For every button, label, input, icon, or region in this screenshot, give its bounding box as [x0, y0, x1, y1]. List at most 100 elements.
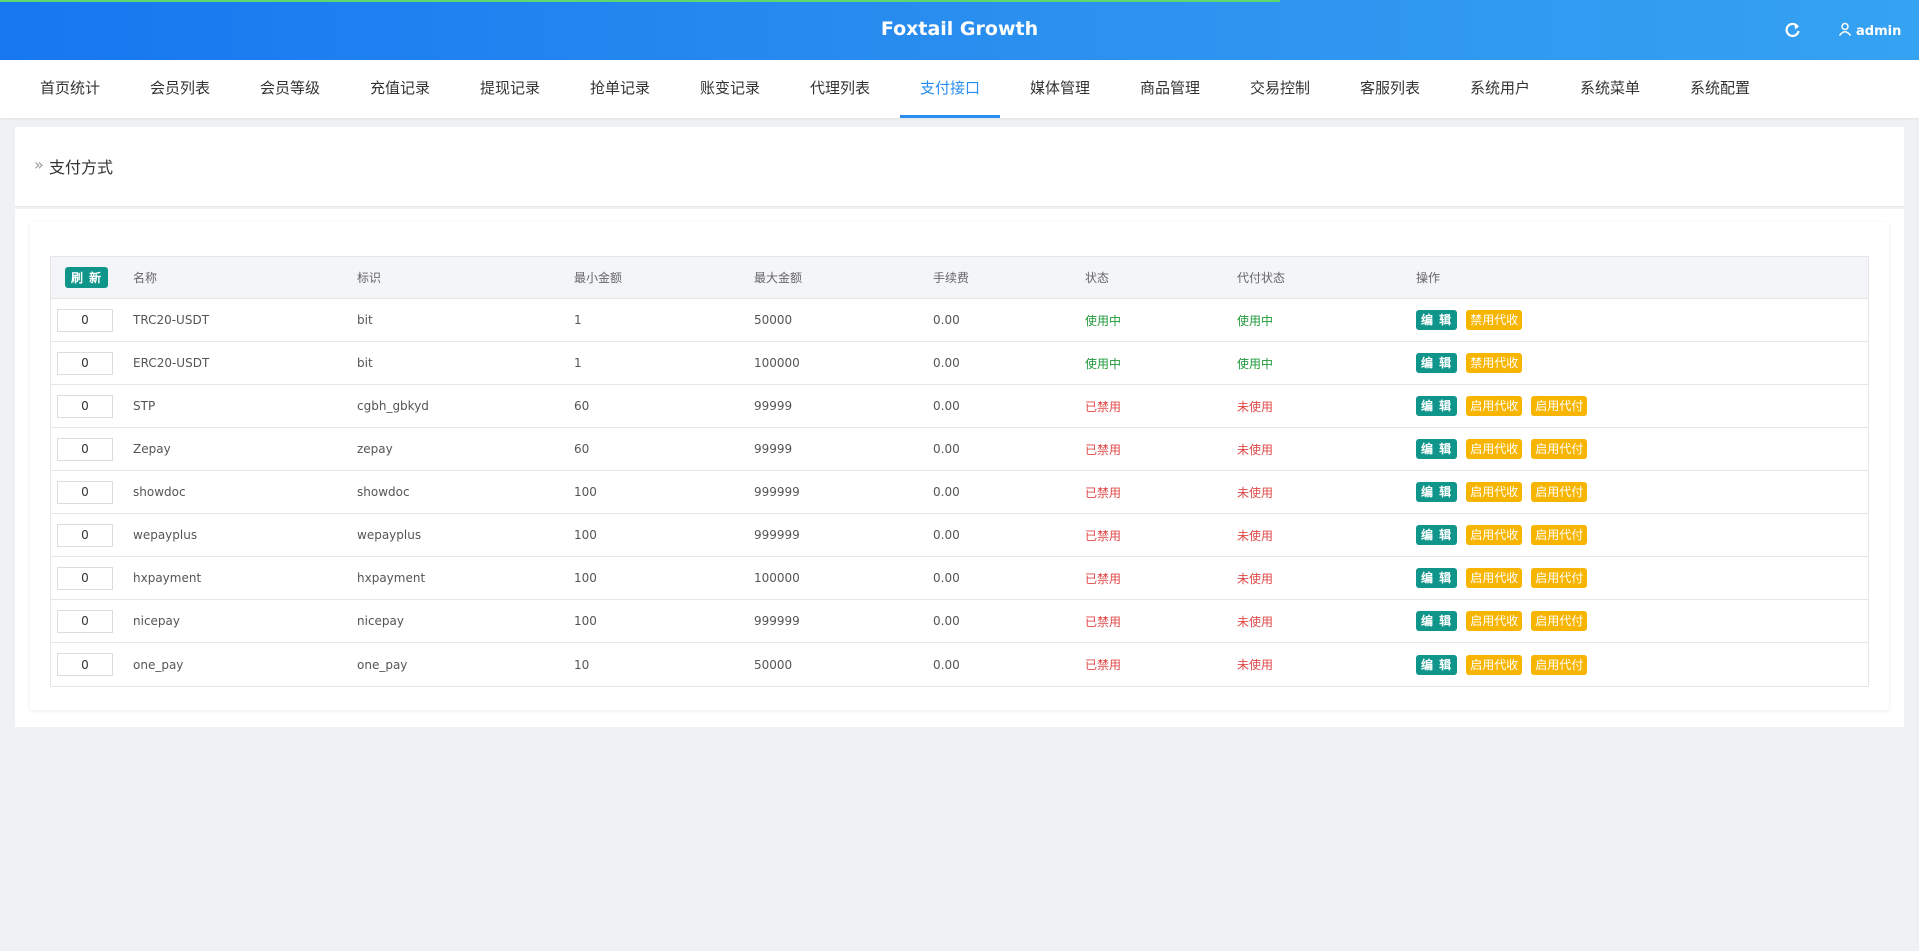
nav-tab[interactable]: 媒体管理 [1010, 60, 1110, 118]
min-amount: 10 [574, 657, 590, 672]
sort-order-input[interactable] [57, 609, 113, 633]
edit-button[interactable]: 编 辑 [1416, 611, 1458, 631]
edit-button[interactable]: 编 辑 [1416, 396, 1458, 416]
payout-status-text: 未使用 [1237, 571, 1274, 586]
sort-order-input[interactable] [57, 653, 113, 676]
min-amount: 100 [574, 528, 597, 542]
sort-order-input[interactable] [57, 437, 113, 461]
toggle-payout-button[interactable]: 启用代付 [1531, 482, 1588, 502]
toggle-payout-button[interactable]: 启用代付 [1531, 525, 1588, 545]
toggle-collect-button[interactable]: 禁用代收 [1466, 310, 1523, 330]
table-row: one_pay one_pay 10 50000 0.00 已禁用 未使用 编 辑启用代收启用… [51, 643, 1868, 686]
toggle-collect-button[interactable]: 启用代收 [1466, 525, 1523, 545]
fee: 0.00 [933, 571, 960, 585]
sort-order-input[interactable] [57, 308, 113, 332]
max-amount: 100000 [754, 356, 800, 370]
edit-button[interactable]: 编 辑 [1416, 482, 1458, 502]
table-row: Zepay zepay 60 99999 0.00 已禁用 未使用 编 辑启用代收启用代付 [51, 428, 1868, 471]
table-row: wepayplus wepayplus 100 999999 0.00 已禁用 未使用 编 辑… [51, 514, 1868, 557]
status-text: 已禁用 [1085, 485, 1122, 500]
user-icon [1838, 22, 1852, 40]
payment-code: one_pay [357, 657, 408, 672]
nav-tab[interactable]: 首页统计 [20, 60, 120, 118]
table-header: 刷 新 名称 标识 最小金额 最大金额 手续费 状态 代付状态 操作 [51, 257, 1868, 299]
nav-tab[interactable]: 支付接口 [900, 60, 1000, 118]
edit-button[interactable]: 编 辑 [1416, 654, 1458, 675]
column-header-status: 状态 [1085, 271, 1110, 285]
toggle-payout-button[interactable]: 启用代付 [1531, 439, 1588, 459]
refresh-button[interactable]: 刷 新 [65, 267, 109, 288]
status-text: 已禁用 [1085, 442, 1122, 457]
column-header-payout-status: 代付状态 [1237, 271, 1286, 285]
toggle-payout-button[interactable]: 启用代付 [1531, 611, 1588, 631]
fee: 0.00 [933, 356, 960, 370]
sort-order-input[interactable] [57, 351, 113, 375]
table-row: ERC20-USDT bit 1 100000 0.00 使用中 使用中 编 辑禁用代收 [51, 342, 1868, 385]
nav-tab[interactable]: 代理列表 [790, 60, 890, 118]
edit-button[interactable]: 编 辑 [1416, 310, 1458, 330]
nav-tab[interactable]: 系统配置 [1670, 60, 1770, 118]
toggle-collect-button[interactable]: 启用代收 [1466, 396, 1523, 416]
nav-tab[interactable]: 提现记录 [460, 60, 560, 118]
edit-button[interactable]: 编 辑 [1416, 525, 1458, 545]
table-row: nicepay nicepay 100 999999 0.00 已禁用 未使用 编 辑启用代收… [51, 600, 1868, 643]
payout-status-text: 未使用 [1237, 485, 1274, 500]
breadcrumb-chevron-icon: » [34, 155, 44, 174]
sort-order-input[interactable] [57, 566, 113, 590]
user-menu[interactable]: admin [1838, 22, 1901, 40]
payment-name: STP [133, 399, 156, 413]
payment-name: nicepay [133, 614, 180, 628]
nav-tab[interactable]: 会员等级 [240, 60, 340, 118]
min-amount: 60 [574, 399, 590, 413]
payout-status-text: 未使用 [1237, 614, 1274, 629]
nav-tab[interactable]: 交易控制 [1230, 60, 1330, 118]
edit-button[interactable]: 编 辑 [1416, 568, 1458, 588]
toggle-payout-button[interactable]: 启用代付 [1531, 568, 1588, 588]
payment-name: showdoc [133, 485, 186, 499]
top-header: Foxtail Growth admin [0, 0, 1919, 60]
fee: 0.00 [933, 399, 960, 413]
toggle-collect-button[interactable]: 禁用代收 [1466, 353, 1523, 373]
sort-order-input[interactable] [57, 523, 113, 547]
toggle-collect-button[interactable]: 启用代收 [1466, 568, 1523, 588]
max-amount: 99999 [754, 442, 793, 456]
refresh-icon[interactable] [1782, 19, 1804, 41]
toggle-collect-button[interactable]: 启用代收 [1466, 654, 1523, 675]
toggle-payout-button[interactable]: 启用代付 [1531, 396, 1588, 416]
nav-tab[interactable]: 充值记录 [350, 60, 450, 118]
toggle-collect-button[interactable]: 启用代收 [1466, 439, 1523, 459]
payment-code: bit [357, 313, 373, 327]
nav-tab[interactable]: 会员列表 [130, 60, 230, 118]
status-text: 已禁用 [1085, 399, 1122, 414]
nav-tab[interactable]: 账变记录 [680, 60, 780, 118]
payment-name: wepayplus [133, 528, 198, 542]
toggle-collect-button[interactable]: 启用代收 [1466, 482, 1523, 502]
fee: 0.00 [933, 657, 960, 672]
payment-name: TRC20-USDT [133, 313, 210, 327]
nav-tab[interactable]: 抢单记录 [570, 60, 670, 118]
max-amount: 100000 [754, 571, 800, 585]
table-body: TRC20-USDTbit1500000.00使用中使用中编 辑禁用代收ERC2… [51, 299, 1868, 686]
toggle-payout-button[interactable]: 启用代付 [1531, 654, 1588, 675]
nav-tab[interactable]: 系统用户 [1450, 60, 1550, 118]
edit-button[interactable]: 编 辑 [1416, 353, 1458, 373]
nav-tab[interactable]: 客服列表 [1340, 60, 1440, 118]
toggle-collect-button[interactable]: 启用代收 [1466, 611, 1523, 631]
fee: 0.00 [933, 614, 960, 628]
payment-name: Zepay [133, 442, 171, 456]
nav-tab[interactable]: 商品管理 [1120, 60, 1220, 118]
sort-order-input[interactable] [57, 480, 113, 504]
min-amount: 100 [574, 614, 597, 628]
page-header: » 支付方式 [15, 127, 1904, 207]
status-text: 已禁用 [1085, 571, 1122, 586]
content-panel: 刷 新 名称 标识 最小金额 最大金额 手续费 状态 代付状态 操作 TRC20… [15, 209, 1904, 727]
fee: 0.00 [933, 313, 960, 327]
loading-progress-bar [0, 0, 1280, 2]
payout-status-text: 使用中 [1237, 356, 1274, 371]
status-text: 使用中 [1085, 313, 1122, 328]
column-header-fee: 手续费 [933, 271, 970, 285]
nav-tab[interactable]: 系统菜单 [1560, 60, 1660, 118]
sort-order-input[interactable] [57, 394, 113, 418]
status-text: 已禁用 [1085, 614, 1122, 629]
edit-button[interactable]: 编 辑 [1416, 439, 1458, 459]
